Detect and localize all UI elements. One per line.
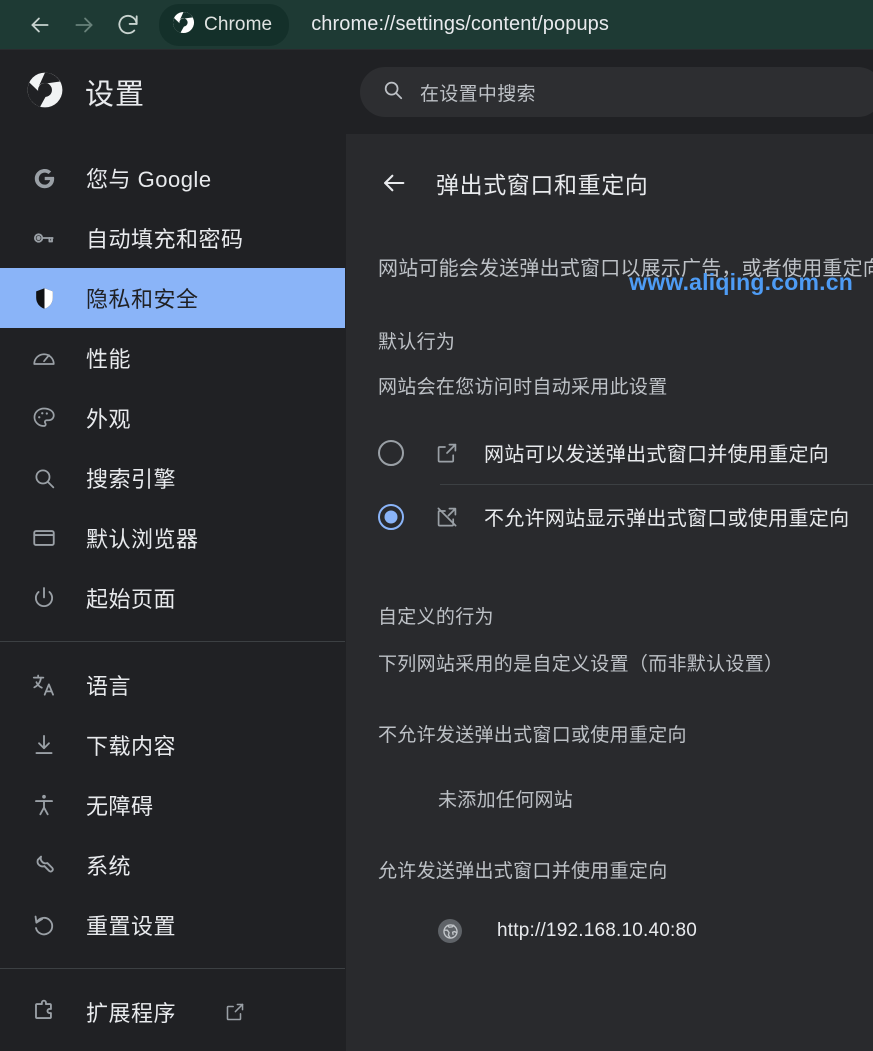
settings-brand: 设置	[0, 71, 360, 114]
sidebar-item-label: 隐私和安全	[86, 287, 199, 312]
sidebar-item-label: 重置设置	[86, 914, 177, 939]
restore-icon	[30, 911, 58, 939]
open-in-new-icon	[434, 440, 460, 466]
block-group-label: 不允许发送弹出式窗口或使用重定向	[378, 725, 687, 746]
content-title: 弹出式窗口和重定向	[436, 172, 649, 198]
search-input[interactable]: 在设置中搜索	[360, 67, 873, 117]
arrow-back-icon[interactable]	[378, 167, 410, 199]
settings-main-content: www.aliqing.com.cn 弹出式窗口和重定向 网站可能会发送弹出式窗…	[345, 134, 873, 1051]
chrome-profile-pill[interactable]: Chrome	[159, 3, 290, 46]
forward-button[interactable]	[62, 3, 106, 47]
radio-option-block-popups[interactable]: 不允许网站显示弹出式窗口或使用重定向	[346, 485, 873, 548]
radio-indicator[interactable]	[378, 439, 404, 466]
key-icon	[30, 224, 58, 252]
page-title: 设置	[85, 79, 146, 111]
radio-option-label: 不允许网站显示弹出式窗口或使用重定向	[484, 508, 850, 530]
block-group-empty-note: 未添加任何网站	[438, 790, 574, 811]
custom-behavior-heading: 自定义的行为	[378, 607, 494, 628]
sidebar-item-you-and-google[interactable]: 您与 Google	[0, 148, 345, 208]
reload-icon	[115, 12, 141, 38]
browser-toolbar: Chrome chrome://settings/content/popups	[0, 0, 873, 49]
default-behavior-radio-group: 网站可以发送弹出式窗口并使用重定向 不允许网站显示弹出式窗口或使用重定向	[346, 421, 873, 548]
globe-icon	[438, 919, 462, 943]
default-behavior-subtext: 网站会在您访问时自动采用此设置	[378, 377, 668, 398]
reload-button[interactable]	[106, 3, 150, 47]
arrow-left-icon	[27, 12, 53, 38]
download-icon	[30, 731, 58, 759]
address-bar-url[interactable]: chrome://settings/content/popups	[311, 13, 609, 36]
search-icon	[30, 464, 58, 492]
sidebar-item-default-browser[interactable]: 默认浏览器	[0, 508, 345, 568]
radio-option-label: 网站可以发送弹出式窗口并使用重定向	[484, 444, 830, 466]
search-placeholder: 在设置中搜索	[420, 83, 536, 105]
allow-group-label: 允许发送弹出式窗口并使用重定向	[378, 861, 668, 882]
browser-window-icon	[30, 524, 58, 552]
open-in-new-off-icon	[434, 504, 460, 530]
palette-icon	[30, 404, 58, 432]
sidebar-item-accessibility[interactable]: 无障碍	[0, 775, 345, 835]
sidebar-item-label: 性能	[86, 347, 132, 372]
sidebar-item-label: 语言	[86, 674, 132, 699]
sidebar-item-label: 起始页面	[86, 587, 177, 612]
sidebar-item-on-startup[interactable]: 起始页面	[0, 568, 345, 628]
content-page-header: 弹出式窗口和重定向	[346, 134, 873, 200]
sidebar-item-label: 您与 Google	[86, 167, 212, 192]
sidebar-item-label: 外观	[86, 407, 132, 432]
sidebar-item-label: 无障碍	[86, 794, 154, 819]
sidebar-item-label: 自动填充和密码	[86, 227, 244, 252]
settings-body: 您与 Google 自动填充和密码 隐私和安全 性能 外观 搜索引擎 默认浏览器…	[0, 134, 873, 1051]
custom-behavior-subtext: 下列网站采用的是自定义设置（而非默认设置）	[378, 654, 784, 675]
settings-header: 设置 在设置中搜索	[0, 49, 873, 134]
settings-sidebar: 您与 Google 自动填充和密码 隐私和安全 性能 外观 搜索引擎 默认浏览器…	[0, 134, 345, 1051]
shield-icon	[30, 284, 58, 312]
sidebar-item-search-engine[interactable]: 搜索引擎	[0, 448, 345, 508]
power-icon	[30, 584, 58, 612]
sidebar-item-privacy-security[interactable]: 隐私和安全	[0, 268, 345, 328]
accessibility-icon	[30, 791, 58, 819]
sidebar-item-reset-settings[interactable]: 重置设置	[0, 895, 345, 955]
sidebar-item-downloads[interactable]: 下载内容	[0, 715, 345, 775]
sidebar-item-languages[interactable]: 语言	[0, 655, 345, 715]
search-icon	[382, 79, 404, 106]
settings-page: 设置 在设置中搜索 您与 Google 自动填充和密码 隐私和安全 性能 外观 …	[0, 49, 873, 1051]
radio-indicator[interactable]	[378, 503, 404, 530]
sidebar-item-label: 系统	[86, 854, 132, 879]
extension-icon	[30, 998, 58, 1026]
sidebar-item-autofill[interactable]: 自动填充和密码	[0, 208, 345, 268]
translate-icon	[30, 671, 58, 699]
chrome-pill-label: Chrome	[204, 13, 273, 35]
sidebar-divider-1	[0, 641, 345, 642]
sidebar-item-performance[interactable]: 性能	[0, 328, 345, 388]
sidebar-item-appearance[interactable]: 外观	[0, 388, 345, 448]
sidebar-divider-2	[0, 968, 345, 969]
google-g-icon	[30, 164, 58, 192]
list-item[interactable]: http://192.168.10.40:80	[346, 883, 873, 943]
sidebar-item-label: 默认浏览器	[86, 527, 199, 552]
speedometer-icon	[30, 344, 58, 372]
open-in-new-icon	[224, 1001, 246, 1023]
back-button[interactable]	[18, 3, 62, 47]
sidebar-item-label: 扩展程序	[86, 1001, 177, 1026]
site-url: http://192.168.10.40:80	[497, 920, 698, 941]
arrow-right-icon	[71, 12, 97, 38]
chrome-logo-icon	[172, 11, 195, 39]
sidebar-item-label: 搜索引擎	[86, 467, 177, 492]
watermark-text: www.aliqing.com.cn	[629, 269, 853, 295]
wrench-icon	[30, 851, 58, 879]
sidebar-item-extensions[interactable]: 扩展程序	[0, 982, 345, 1042]
radio-option-allow-popups[interactable]: 网站可以发送弹出式窗口并使用重定向	[346, 421, 873, 484]
settings-search-wrap: 在设置中搜索	[360, 67, 873, 117]
sidebar-item-label: 下载内容	[86, 734, 177, 759]
chrome-logo-icon	[26, 71, 64, 114]
sidebar-item-system[interactable]: 系统	[0, 835, 345, 895]
